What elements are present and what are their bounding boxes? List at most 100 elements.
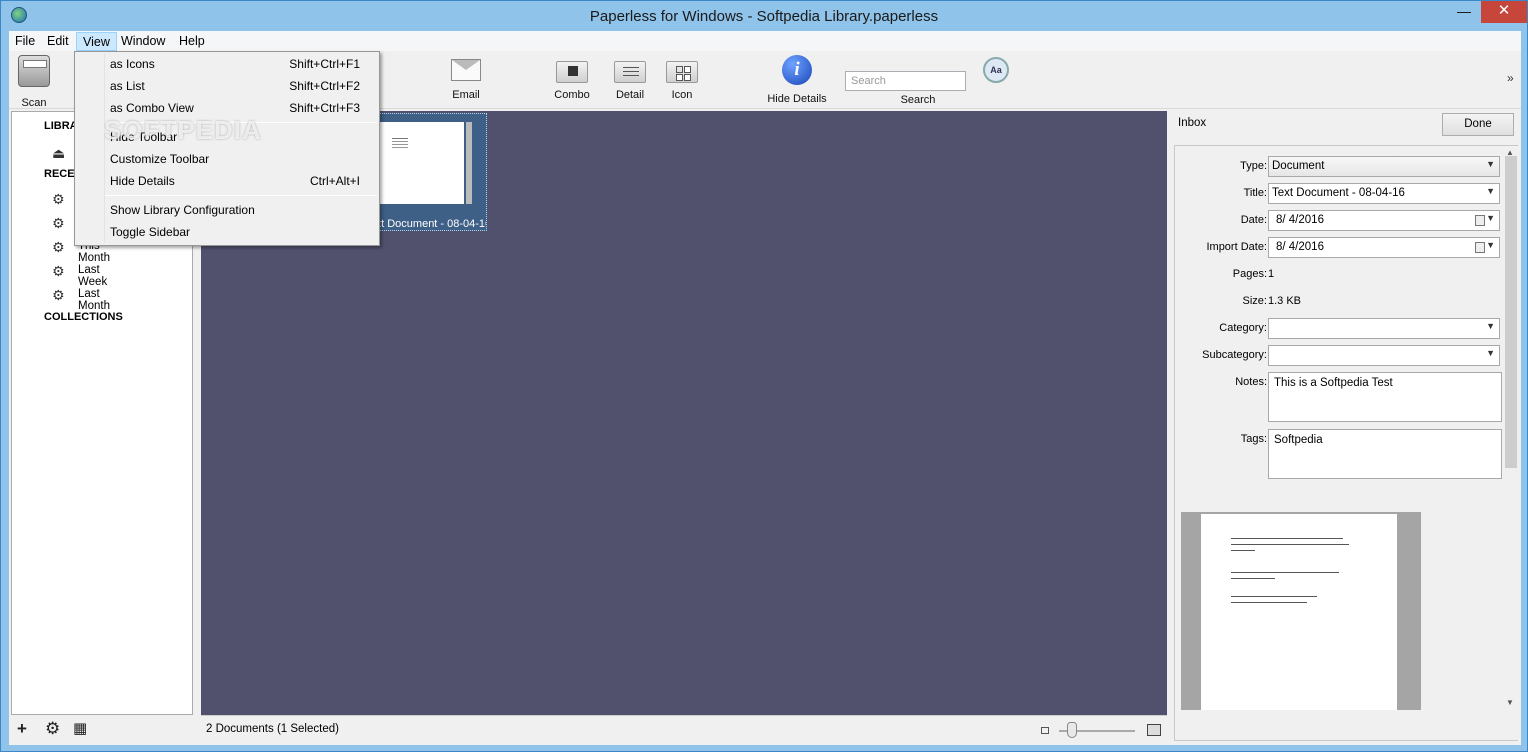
calendar-icon[interactable] bbox=[1475, 242, 1485, 253]
chevron-down-icon: ▼ bbox=[1486, 348, 1495, 358]
type-value: Document bbox=[1272, 160, 1325, 172]
size-value: 1.3 KB bbox=[1268, 295, 1302, 307]
menu-item-label: Customize Toolbar bbox=[110, 152, 210, 166]
chevron-down-icon: ▼ bbox=[1486, 321, 1495, 331]
softpedia-watermark: SOFTPEDIA bbox=[104, 115, 262, 145]
gear-icon: ⚙ bbox=[52, 215, 65, 231]
menu-window[interactable]: Window bbox=[115, 32, 171, 51]
email-label: Email bbox=[452, 89, 480, 101]
title-value: Text Document - 08-04-16 bbox=[1272, 187, 1405, 199]
search-label: Search bbox=[900, 94, 936, 106]
calendar-icon[interactable] bbox=[1475, 215, 1485, 226]
menu-edit[interactable]: Edit bbox=[41, 32, 75, 51]
pages-label: Pages: bbox=[1232, 268, 1267, 280]
done-button[interactable]: Done bbox=[1442, 113, 1514, 136]
menu-separator bbox=[105, 195, 377, 196]
menu-item-label: as List bbox=[110, 79, 145, 93]
scrollbar-thumb[interactable] bbox=[1505, 156, 1517, 468]
hide-details-label: Hide Details bbox=[767, 93, 827, 105]
import-date-field[interactable]: 8/ 4/2016 ▼ bbox=[1268, 237, 1500, 258]
tags-label: Tags: bbox=[1240, 433, 1267, 445]
menu-help[interactable]: Help bbox=[173, 32, 211, 51]
size-label: Size: bbox=[1242, 295, 1267, 307]
notes-label: Notes: bbox=[1235, 376, 1267, 388]
menu-item-as-list[interactable]: as List Shift+Ctrl+F2 bbox=[77, 76, 377, 97]
details-location: Inbox bbox=[1178, 117, 1207, 129]
details-form: Type: Document ▼ Title: Text Document - … bbox=[1174, 145, 1519, 741]
gear-icon: ⚙ bbox=[52, 191, 65, 207]
menu-view[interactable]: View bbox=[76, 32, 117, 51]
gear-icon: ⚙ bbox=[52, 263, 65, 279]
chevron-down-icon[interactable]: ▼ bbox=[1486, 240, 1495, 250]
menu-item-customize-toolbar[interactable]: Customize Toolbar bbox=[77, 149, 377, 170]
close-button[interactable]: ✕ bbox=[1481, 1, 1527, 23]
detail-view-button[interactable]: Detail bbox=[605, 55, 655, 101]
gear-icon: ⚙ bbox=[52, 287, 65, 303]
date-value: 8/ 4/2016 bbox=[1276, 214, 1324, 226]
combo-view-button[interactable]: Combo bbox=[547, 55, 597, 101]
title-field[interactable]: Text Document - 08-04-16 ▼ bbox=[1268, 183, 1500, 204]
subcategory-select[interactable]: ▼ bbox=[1268, 345, 1500, 366]
type-label: Type: bbox=[1240, 160, 1267, 172]
email-button[interactable]: Email bbox=[441, 55, 491, 101]
combo-label: Combo bbox=[554, 89, 590, 101]
toolbar-overflow-icon[interactable]: » bbox=[1507, 71, 1514, 85]
menu-item-shortcut: Ctrl+Alt+I bbox=[309, 174, 360, 188]
search-input[interactable]: Search bbox=[845, 71, 966, 91]
hide-details-button[interactable]: i Hide Details bbox=[761, 55, 833, 105]
menu-item-as-icons[interactable]: as Icons Shift+Ctrl+F1 bbox=[77, 54, 377, 75]
title-label: Title: bbox=[1243, 187, 1267, 199]
status-text: 2 Documents (1 Selected) bbox=[206, 723, 339, 735]
document-preview bbox=[1181, 512, 1421, 710]
chevron-down-icon[interactable]: ▼ bbox=[1486, 213, 1495, 223]
gear-icon: ⚙ bbox=[52, 239, 65, 255]
title-bar[interactable]: Paperless for Windows - Softpedia Librar… bbox=[1, 1, 1527, 31]
notes-textarea[interactable]: This is a Softpedia Test bbox=[1268, 372, 1502, 422]
menu-item-toggle-sidebar[interactable]: Toggle Sidebar bbox=[77, 222, 377, 243]
settings-gear-icon[interactable]: ⚙ bbox=[45, 719, 60, 739]
menu-item-label: as Icons bbox=[110, 57, 155, 71]
scroll-down-icon[interactable]: ▼ bbox=[1506, 698, 1514, 707]
document-thumbnail[interactable]: Text Document - 08-04-16 bbox=[364, 113, 487, 231]
menu-item-show-library-configuration[interactable]: Show Library Configuration bbox=[77, 200, 377, 221]
inbox-icon: ⏏ bbox=[52, 145, 66, 161]
icon-view-button[interactable]: Icon bbox=[657, 55, 707, 101]
menu-item-hide-details[interactable]: Hide Details Ctrl+Alt+I bbox=[77, 171, 377, 192]
menu-item-shortcut: Shift+Ctrl+F1 bbox=[289, 57, 360, 71]
sidebar-item-label: Last Month bbox=[78, 288, 110, 312]
menu-bar: File Edit View Window Help bbox=[9, 31, 1521, 51]
menu-item-label: as Combo View bbox=[110, 101, 194, 115]
menu-file[interactable]: File bbox=[9, 32, 41, 51]
date-field[interactable]: 8/ 4/2016 ▼ bbox=[1268, 210, 1500, 231]
zoom-slider-handle[interactable] bbox=[1067, 722, 1077, 738]
scanner-icon bbox=[18, 55, 50, 87]
menu-item-shortcut: Shift+Ctrl+F3 bbox=[289, 101, 360, 115]
sidebar-item-label: Last Week bbox=[78, 264, 108, 288]
window-title: Paperless for Windows - Softpedia Librar… bbox=[589, 8, 939, 25]
zoom-in-icon[interactable] bbox=[1147, 724, 1161, 736]
icon-label: Icon bbox=[671, 89, 693, 101]
status-bar: 2 Documents (1 Selected) bbox=[201, 715, 1167, 743]
details-scrollbar[interactable]: ▲ ▼ bbox=[1503, 146, 1519, 740]
advanced-search-icon[interactable]: Aa bbox=[983, 57, 1009, 83]
icon-view-icon bbox=[666, 61, 698, 83]
email-icon bbox=[451, 59, 481, 81]
type-select[interactable]: Document ▼ bbox=[1268, 156, 1500, 177]
info-icon: i bbox=[782, 55, 812, 85]
calculator-icon[interactable]: ▦ bbox=[73, 719, 87, 737]
menu-item-shortcut: Shift+Ctrl+F2 bbox=[289, 79, 360, 93]
scan-button[interactable]: Scan bbox=[13, 55, 55, 109]
import-date-label: Import Date: bbox=[1206, 241, 1267, 253]
details-panel: Inbox Done Type: Document ▼ Title: Text … bbox=[1173, 111, 1519, 743]
subcategory-label: Subcategory: bbox=[1202, 349, 1267, 361]
minimize-button[interactable]: — bbox=[1449, 1, 1479, 23]
menu-item-label: Hide Details bbox=[110, 174, 175, 188]
add-icon[interactable]: + bbox=[17, 719, 27, 739]
detail-label: Detail bbox=[615, 89, 645, 101]
category-select[interactable]: ▼ bbox=[1268, 318, 1500, 339]
zoom-out-icon[interactable] bbox=[1041, 727, 1049, 734]
combo-view-icon bbox=[556, 61, 588, 83]
detail-view-icon bbox=[614, 61, 646, 83]
tags-textarea[interactable]: Softpedia bbox=[1268, 429, 1502, 479]
scan-label: Scan bbox=[21, 97, 47, 109]
